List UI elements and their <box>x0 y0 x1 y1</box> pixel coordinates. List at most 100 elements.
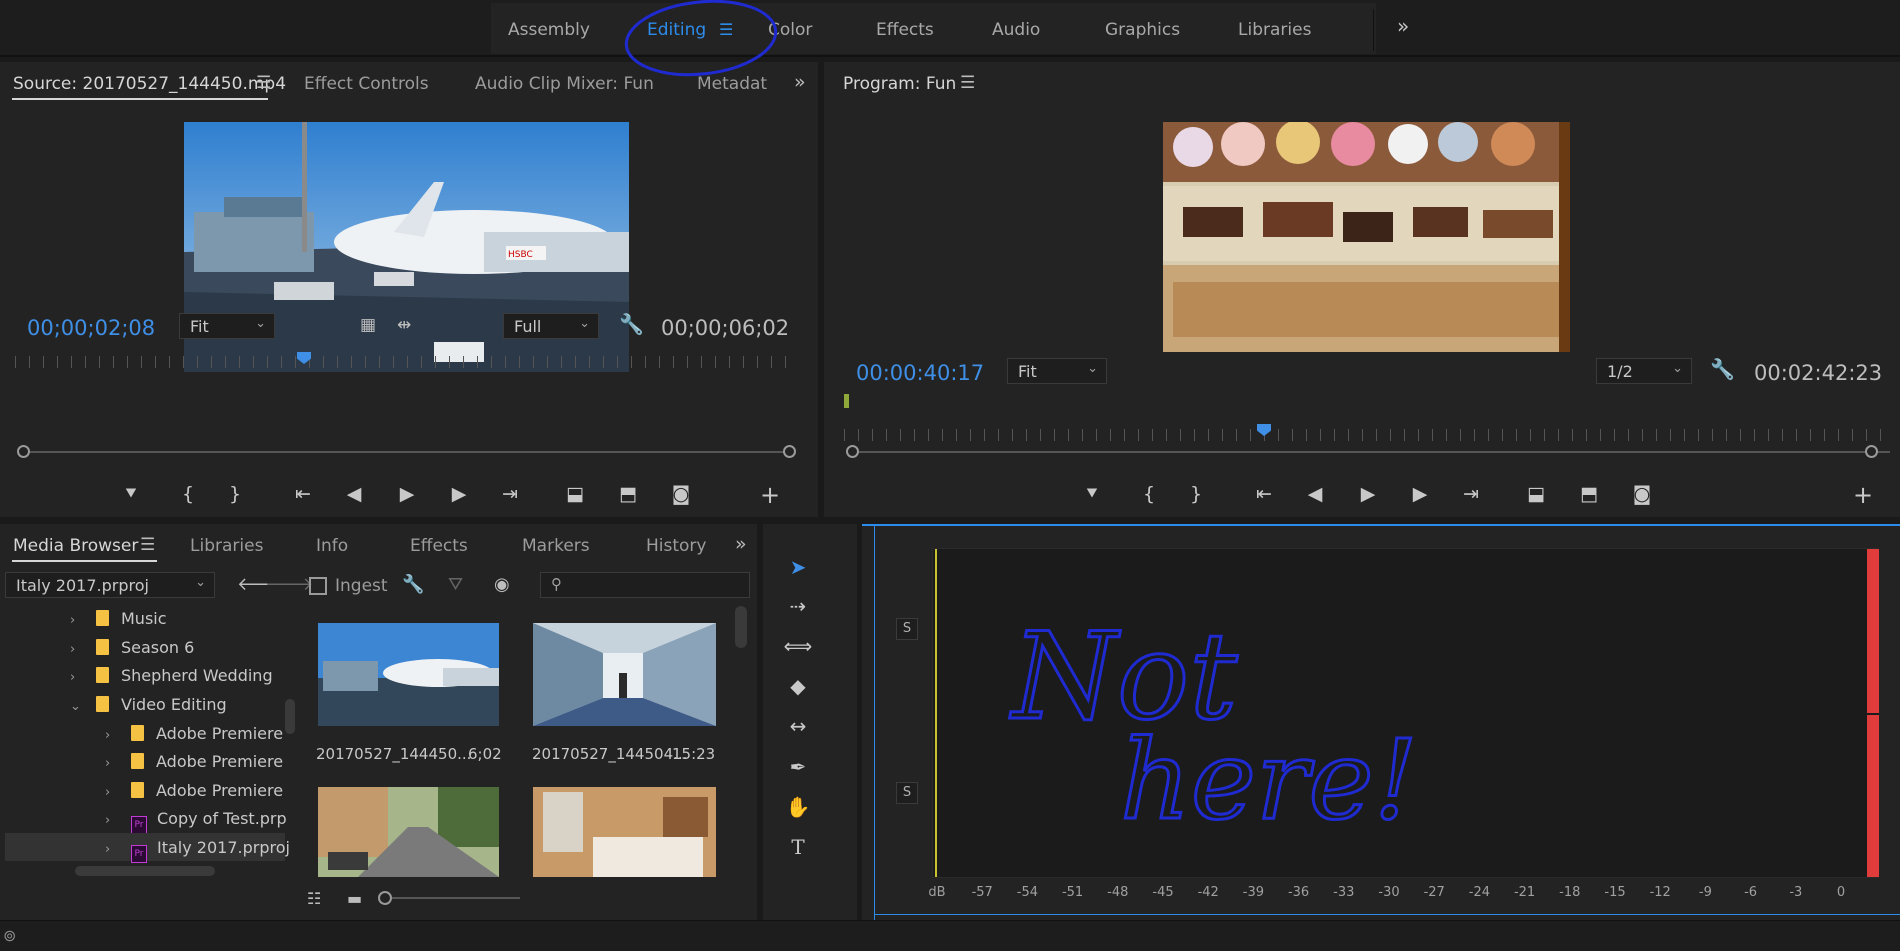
ingest-checkbox[interactable] <box>309 577 327 595</box>
program-resolution-dropdown[interactable]: 1/2 ⌄ <box>1596 358 1692 384</box>
step-back-icon[interactable]: ◀ <box>1301 483 1329 505</box>
tree-item-italy-2017[interactable]: › Pr Italy 2017.prproj <box>105 838 290 863</box>
overwrite-icon[interactable]: ⬒ <box>614 483 642 505</box>
scroll-handle-right[interactable] <box>1865 445 1878 458</box>
play-icon[interactable]: ▶ <box>393 483 421 505</box>
button-editor-icon[interactable]: + <box>756 481 784 509</box>
step-back-icon[interactable]: ◀ <box>340 483 368 505</box>
drag-audio-icon[interactable]: ⇹ <box>397 315 411 335</box>
clip-thumbnail-1[interactable] <box>318 623 499 726</box>
go-to-in-icon[interactable]: ⇤ <box>1250 483 1278 505</box>
tree-item-adobe-premiere-3[interactable]: › Adobe Premiere <box>105 781 283 805</box>
insert-icon[interactable]: ⬓ <box>561 483 589 505</box>
drag-video-icon[interactable]: ▦ <box>360 315 376 335</box>
filter-icon[interactable]: ⛛ <box>448 574 463 595</box>
icon-view-icon[interactable]: ▬ <box>347 889 362 908</box>
export-frame-icon[interactable]: ◙ <box>1628 483 1656 505</box>
scroll-handle-left[interactable] <box>846 445 859 458</box>
type-tool-icon[interactable]: T <box>783 832 813 862</box>
panel-overflow-icon[interactable]: » <box>735 533 747 555</box>
tree-item-shepherd-wedding[interactable]: › Shepherd Wedding <box>70 666 273 690</box>
view-eye-icon[interactable]: ◉ <box>494 574 510 595</box>
track-select-tool-icon[interactable]: ⇢ <box>783 591 813 621</box>
tab-libraries[interactable]: Libraries <box>190 536 263 556</box>
tab-metadata[interactable]: Metadat <box>697 74 767 94</box>
tree-item-copy-of-test[interactable]: › Pr Copy of Test.prp <box>105 809 287 834</box>
creative-cloud-icon[interactable]: ⊚ <box>3 926 16 945</box>
tree-item-adobe-premiere-2[interactable]: › Adobe Premiere <box>105 752 283 776</box>
go-to-in-icon[interactable]: ⇤ <box>289 483 317 505</box>
tree-scrollbar-thumb[interactable] <box>285 699 295 734</box>
button-editor-icon[interactable]: + <box>1849 481 1877 509</box>
search-input[interactable]: ⚲ <box>540 572 750 598</box>
hand-tool-icon[interactable]: ✋ <box>783 792 813 822</box>
tab-effect-controls[interactable]: Effect Controls <box>304 74 429 94</box>
step-forward-icon[interactable]: ▶ <box>1406 483 1434 505</box>
add-marker-icon[interactable]: ⯆ <box>117 483 145 505</box>
mark-out-icon[interactable]: } <box>221 483 249 505</box>
workspace-menu-icon[interactable]: ☰ <box>719 20 733 39</box>
tab-media-browser[interactable]: Media Browser <box>13 536 138 556</box>
workspace-overflow-icon[interactable]: » <box>1397 14 1409 38</box>
tab-source[interactable]: Source: 20170527_144450.mp4 <box>13 74 286 94</box>
tree-item-adobe-premiere-1[interactable]: › Adobe Premiere <box>105 724 283 748</box>
step-forward-icon[interactable]: ▶ <box>445 483 473 505</box>
lift-icon[interactable]: ⬓ <box>1522 483 1550 505</box>
tab-info[interactable]: Info <box>316 536 348 556</box>
panel-menu-icon[interactable]: ☰ <box>960 73 975 93</box>
go-to-out-icon[interactable]: ⇥ <box>496 483 524 505</box>
tab-effects[interactable]: Effects <box>410 536 468 556</box>
project-location-dropdown[interactable]: Italy 2017.prproj ⌄ <box>5 572 215 598</box>
tree-item-video-editing[interactable]: ⌄ Video Editing <box>70 695 227 719</box>
tab-markers[interactable]: Markers <box>522 536 590 556</box>
workspace-tab-editing[interactable]: Editing <box>647 20 706 40</box>
wrench-icon[interactable]: 🔧 <box>402 574 424 595</box>
mark-out-icon[interactable]: } <box>1182 483 1210 505</box>
ripple-edit-tool-icon[interactable]: ⟺ <box>783 631 813 661</box>
solo-button-right[interactable]: S <box>896 782 918 804</box>
tab-program[interactable]: Program: Fun <box>843 74 956 94</box>
program-zoom-dropdown[interactable]: Fit ⌄ <box>1007 358 1107 384</box>
program-current-timecode[interactable]: 00:00:40:17 <box>856 361 984 385</box>
play-icon[interactable]: ▶ <box>1354 483 1382 505</box>
program-video-frame[interactable] <box>1163 122 1570 352</box>
tree-horizontal-scrollbar[interactable] <box>75 866 215 876</box>
mark-in-icon[interactable]: { <box>174 483 202 505</box>
export-frame-icon[interactable]: ◙ <box>667 483 695 505</box>
mark-in-icon[interactable]: { <box>1135 483 1163 505</box>
razor-tool-icon[interactable]: ◆ <box>783 671 813 701</box>
workspace-tab-audio[interactable]: Audio <box>992 20 1040 40</box>
zoom-scrollbar[interactable] <box>23 451 791 453</box>
solo-button-left[interactable]: S <box>896 618 918 640</box>
wrench-icon[interactable]: 🔧 <box>1710 357 1735 381</box>
zoom-slider-track[interactable] <box>392 897 520 899</box>
source-zoom-dropdown[interactable]: Fit ⌄ <box>179 313 275 339</box>
workspace-tab-graphics[interactable]: Graphics <box>1105 20 1180 40</box>
extract-icon[interactable]: ⬒ <box>1575 483 1603 505</box>
source-time-ruler[interactable] <box>15 356 793 368</box>
workspace-tab-assembly[interactable]: Assembly <box>508 20 590 40</box>
panel-menu-icon[interactable]: ☰ <box>140 535 155 555</box>
list-view-icon[interactable]: ☷ <box>307 889 321 908</box>
scroll-handle-right[interactable] <box>783 445 796 458</box>
tree-item-music[interactable]: › Music <box>70 609 167 633</box>
zoom-slider-handle[interactable] <box>378 891 392 905</box>
clip-thumbnail-2[interactable] <box>533 623 716 726</box>
source-current-timecode[interactable]: 00;00;02;08 <box>27 316 155 340</box>
workspace-tab-color[interactable]: Color <box>768 20 812 40</box>
scroll-handle-left[interactable] <box>17 445 30 458</box>
selection-tool-icon[interactable]: ➤ <box>783 552 813 582</box>
tab-audio-clip-mixer[interactable]: Audio Clip Mixer: Fun <box>475 74 654 94</box>
go-to-out-icon[interactable]: ⇥ <box>1457 483 1485 505</box>
tree-item-season-6[interactable]: › Season 6 <box>70 638 194 662</box>
forward-arrow-icon[interactable]: 🡒 <box>265 574 313 595</box>
add-marker-icon[interactable]: ⯆ <box>1078 483 1106 505</box>
panel-menu-icon[interactable]: ☰ <box>256 73 271 93</box>
program-time-ruler[interactable] <box>844 429 1889 441</box>
zoom-scrollbar[interactable] <box>854 451 1890 453</box>
source-resolution-dropdown[interactable]: Full ⌄ <box>503 313 599 339</box>
panel-overflow-icon[interactable]: » <box>794 71 806 93</box>
clip-thumbnail-4[interactable] <box>533 787 716 877</box>
pen-tool-icon[interactable]: ✒ <box>783 752 813 782</box>
clip-thumbnail-3[interactable] <box>318 787 499 877</box>
